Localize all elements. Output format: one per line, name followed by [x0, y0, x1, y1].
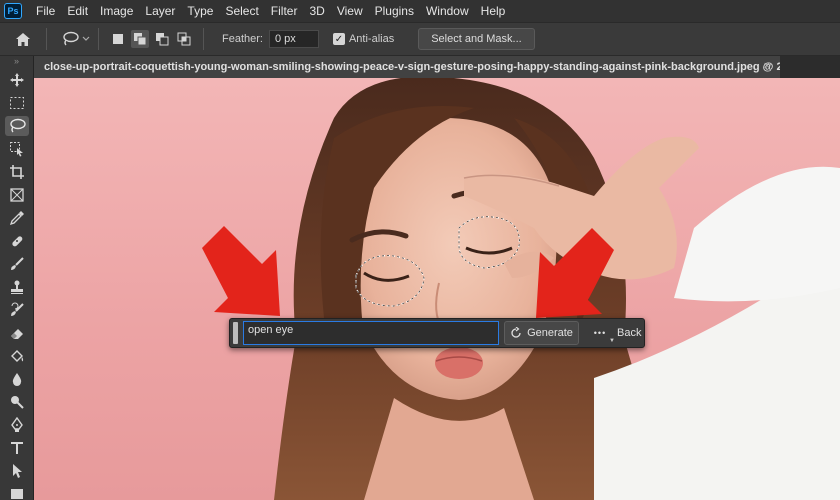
brush-icon	[11, 256, 24, 270]
document-title: close-up-portrait-coquettish-young-woman…	[44, 61, 780, 73]
more-options-button[interactable]: ••• ▼	[589, 321, 615, 345]
options-bar: Feather: ✓ Anti-alias Select and Mask...	[0, 22, 840, 56]
new-selection-icon	[113, 34, 123, 44]
rectangle-tool[interactable]	[0, 482, 34, 500]
subtract-from-selection-button[interactable]	[153, 30, 171, 48]
select-and-mask-button[interactable]: Select and Mask...	[418, 28, 535, 50]
feather-input[interactable]	[268, 30, 319, 48]
lasso-icon	[10, 118, 26, 132]
options-divider	[46, 28, 47, 50]
bandage-icon	[12, 235, 23, 246]
crop-icon	[10, 164, 24, 179]
menu-view[interactable]: View	[331, 0, 369, 22]
paint-bucket-icon	[11, 349, 24, 362]
subtract-selection-icon	[156, 33, 169, 46]
frame-icon	[10, 187, 24, 202]
more-icon: •••	[593, 328, 607, 338]
lasso-tool[interactable]	[0, 114, 34, 137]
generate-label: Generate	[527, 327, 573, 339]
eyedropper-icon	[9, 210, 24, 225]
add-to-selection-button[interactable]	[131, 30, 149, 48]
home-icon	[16, 32, 30, 46]
crop-tool[interactable]	[0, 160, 34, 183]
home-button[interactable]	[8, 24, 38, 54]
menu-3d[interactable]: 3D	[303, 0, 330, 22]
healing-brush-tool[interactable]	[0, 229, 34, 252]
menu-window[interactable]: Window	[420, 0, 475, 22]
generate-icon	[511, 327, 521, 338]
add-selection-icon	[134, 33, 147, 46]
tools-panel: »	[0, 56, 34, 500]
history-brush-icon	[11, 302, 24, 316]
gradient-tool[interactable]	[0, 344, 34, 367]
move-icon	[10, 72, 24, 87]
feather-label: Feather:	[222, 33, 263, 45]
menu-help[interactable]: Help	[475, 0, 512, 22]
pen-tool[interactable]	[0, 413, 34, 436]
intersect-selection-button[interactable]	[175, 30, 193, 48]
generate-button[interactable]: Generate	[504, 321, 579, 345]
document-tab-bar: close-up-portrait-coquettish-young-woman…	[34, 56, 840, 78]
type-icon	[11, 441, 23, 454]
stamp-icon	[11, 280, 23, 294]
red-arrow-icon	[202, 226, 280, 316]
menu-select[interactable]: Select	[219, 0, 264, 22]
dodge-icon	[11, 395, 24, 409]
object-select-icon	[10, 141, 23, 156]
eyedropper-tool[interactable]	[0, 206, 34, 229]
contextual-task-bar: open eye Generate ••• ▼ Back	[229, 318, 645, 348]
options-divider	[203, 28, 204, 50]
eraser-icon	[11, 328, 23, 339]
move-tool[interactable]	[0, 68, 34, 91]
marquee-icon	[10, 96, 24, 109]
menu-image[interactable]: Image	[94, 0, 139, 22]
chevron-down-icon	[82, 36, 90, 41]
antialias-label: Anti-alias	[348, 33, 395, 45]
back-button[interactable]: Back	[617, 327, 641, 339]
clone-stamp-tool[interactable]	[0, 275, 34, 298]
menu-plugins[interactable]: Plugins	[369, 0, 420, 22]
document-tab[interactable]: close-up-portrait-coquettish-young-woman…	[34, 56, 780, 78]
toolbar-collapse-icon[interactable]: »	[0, 56, 33, 68]
eraser-tool[interactable]	[0, 321, 34, 344]
photo-image	[274, 78, 840, 500]
lasso-icon	[63, 31, 79, 46]
menu-type[interactable]: Type	[181, 0, 219, 22]
brush-tool[interactable]	[0, 252, 34, 275]
history-brush-tool[interactable]	[0, 298, 34, 321]
menu-edit[interactable]: Edit	[61, 0, 94, 22]
object-select-tool[interactable]	[0, 137, 34, 160]
prompt-text: open eye	[248, 324, 294, 336]
generative-fill-prompt-input[interactable]: open eye	[243, 321, 499, 345]
menu-bar: Ps File Edit Image Layer Type Select Fil…	[0, 0, 840, 22]
antialias-checkbox[interactable]: ✓	[332, 33, 345, 45]
path-select-tool[interactable]	[0, 459, 34, 482]
cursor-icon	[13, 463, 22, 478]
blur-tool[interactable]	[0, 367, 34, 390]
red-arrow-icon	[536, 228, 614, 318]
menu-filter[interactable]: Filter	[265, 0, 304, 22]
type-tool[interactable]	[0, 436, 34, 459]
options-divider	[98, 28, 99, 50]
drag-handle[interactable]	[233, 322, 238, 344]
drop-icon	[12, 372, 22, 386]
intersect-selection-icon	[177, 32, 191, 46]
rectangle-icon	[11, 488, 23, 499]
menu-layer[interactable]: Layer	[139, 0, 181, 22]
tool-preset-picker[interactable]	[61, 31, 90, 47]
pen-icon	[11, 416, 23, 432]
close-icon[interactable]: ×	[764, 60, 770, 72]
frame-tool[interactable]	[0, 183, 34, 206]
menu-file[interactable]: File	[30, 0, 61, 22]
dodge-tool[interactable]	[0, 390, 34, 413]
new-selection-button[interactable]	[109, 30, 127, 48]
photoshop-logo: Ps	[4, 3, 22, 19]
caret-down-icon: ▼	[609, 338, 615, 344]
marquee-tool[interactable]	[0, 91, 34, 114]
document-canvas[interactable]	[34, 78, 840, 500]
